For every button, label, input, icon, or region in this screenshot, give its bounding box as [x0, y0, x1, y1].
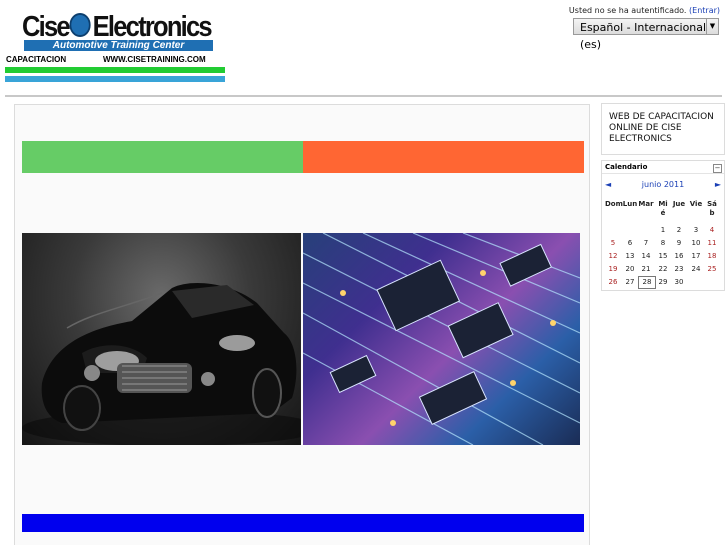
circuit-illustration [303, 233, 580, 445]
calendar-day[interactable]: 6 [622, 237, 638, 250]
logo-title-left: Cise [22, 11, 71, 43]
calendar-day[interactable]: 18 [704, 250, 720, 263]
calendar-weekday: Mi é [658, 200, 668, 217]
calendar-week-row: 12 13 14 15 16 17 18 [605, 250, 723, 263]
language-select-value: Español - Internacional (es) [580, 21, 707, 51]
login-info: Usted no se ha autentificado. (Entrar) [569, 6, 720, 15]
logo-tagline: Automotive Training Center [24, 40, 213, 51]
logo-sub-left: CAPACITACION [6, 55, 67, 64]
calendar-weekday-row: Dom Lun Mar Mi é Jue Vie Sá b [605, 198, 723, 224]
calendar-day[interactable]: 25 [704, 263, 720, 276]
calendar-day[interactable]: 21 [638, 263, 654, 276]
calendar-day[interactable]: 19 [605, 263, 621, 276]
language-select[interactable]: Español - Internacional (es) ▼ [573, 18, 719, 51]
calendar-day[interactable]: 14 [638, 250, 654, 263]
calendar-day[interactable]: 15 [655, 250, 671, 263]
login-link[interactable]: (Entrar) [689, 6, 720, 15]
calendar-day[interactable]: 5 [605, 237, 621, 250]
logo-blue-stripe [5, 76, 225, 82]
calendar-day[interactable]: 20 [622, 263, 638, 276]
next-month-icon[interactable]: ► [715, 180, 721, 189]
calendar-day[interactable]: 16 [671, 250, 687, 263]
logo-title: Cise Electronics [22, 11, 213, 43]
calendar-day[interactable]: 28 [638, 276, 656, 289]
header-divider [5, 95, 722, 97]
collapse-icon[interactable]: − [713, 164, 722, 173]
car-illustration [22, 283, 301, 445]
calendar-month[interactable]: junio 2011 [602, 180, 724, 189]
blue-banner-bar [22, 514, 584, 532]
calendar-weekday: Lun [622, 200, 638, 208]
calendar-grid: Dom Lun Mar Mi é Jue Vie Sá b 1 2 3 4 5 6 7 8 9 10 11 12 13… [605, 198, 723, 289]
calendar-day[interactable]: 13 [622, 250, 638, 263]
calendar-nav: ◄ junio 2011 ► [602, 180, 724, 191]
calendar-weekday: Sá b [707, 200, 717, 217]
calendar-day[interactable]: 29 [655, 276, 671, 289]
calendar-day[interactable]: 17 [688, 250, 704, 263]
logo-title-right: Electronics [92, 11, 213, 43]
calendar-week-row: 1234 [605, 224, 723, 237]
calendar-weekday: Mar [638, 200, 654, 208]
orange-banner-bar [303, 141, 584, 173]
chevron-down-icon[interactable]: ▼ [706, 19, 718, 34]
calendar-day[interactable]: 12 [605, 250, 621, 263]
calendar-day[interactable]: 3 [688, 224, 704, 237]
calendar-week-row: 19 20 21 22 23 24 25 [605, 263, 723, 276]
calendar-day[interactable]: 11 [704, 237, 720, 250]
calendar-day[interactable]: 26 [605, 276, 621, 289]
calendar-block: Calendario − ◄ junio 2011 ► Dom Lun Mar Mi … [601, 160, 725, 291]
calendar-day[interactable]: 23 [671, 263, 687, 276]
login-status-text: Usted no se ha autentificado. [568, 6, 687, 15]
calendar-week-row: 5 6 7 8 9 10 11 [605, 237, 723, 250]
calendar-day[interactable]: 10 [688, 237, 704, 250]
calendar-weekday: Dom [605, 200, 623, 208]
calendar-day[interactable]: 24 [688, 263, 704, 276]
calendar-weekday: Vie [689, 200, 703, 208]
calendar-day[interactable]: 8 [655, 237, 671, 250]
calendar-day[interactable]: 2 [671, 224, 687, 237]
gear-logo-icon [69, 13, 91, 38]
calendar-day[interactable]: 1 [655, 224, 671, 237]
calendar-week-row: 26 27 28 29 30 [605, 276, 723, 289]
calendar-header: Calendario − [602, 161, 724, 174]
logo-sub-right: WWW.CISETRAINING.COM [103, 55, 206, 64]
site-title: WEB DE CAPACITACION ONLINE DE CISE ELECT… [609, 112, 714, 144]
calendar-day[interactable]: 27 [622, 276, 638, 289]
calendar-day[interactable]: 4 [704, 224, 720, 237]
site-logo[interactable]: Cise Electronics Automotive Training Cent… [5, 10, 227, 84]
car-image [22, 233, 301, 445]
calendar-day[interactable]: 30 [671, 276, 687, 289]
calendar-day[interactable]: 7 [638, 237, 654, 250]
logo-green-stripe [5, 67, 225, 73]
calendar-day[interactable]: 9 [671, 237, 687, 250]
calendar-title: Calendario [605, 163, 648, 171]
calendar-day[interactable]: 22 [655, 263, 671, 276]
green-banner-bar [22, 141, 303, 173]
circuit-board-image [303, 233, 580, 445]
calendar-weekday: Jue [672, 200, 686, 208]
site-title-block: WEB DE CAPACITACION ONLINE DE CISE ELECT… [601, 103, 725, 155]
